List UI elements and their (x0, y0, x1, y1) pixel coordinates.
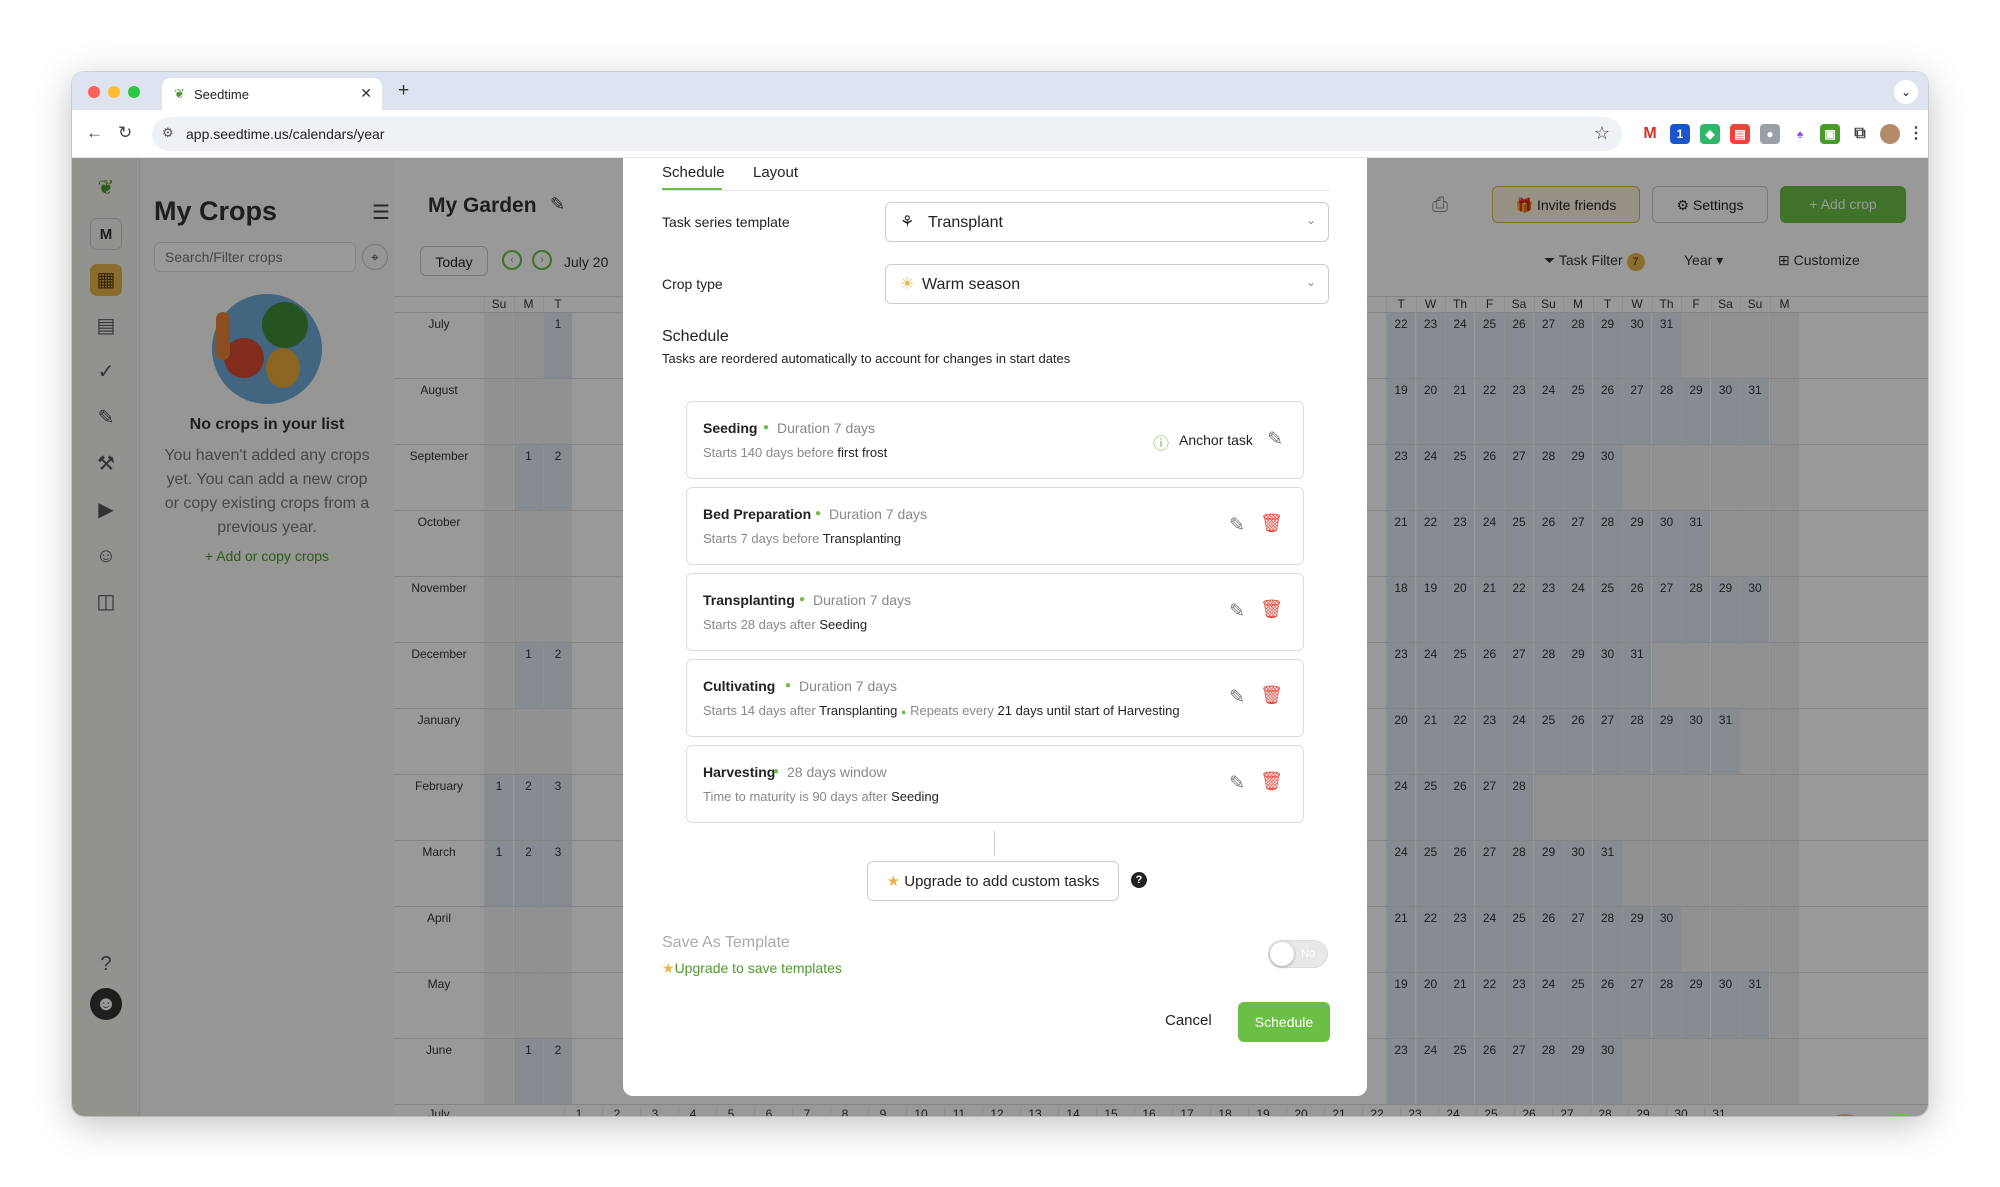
chevron-down-icon[interactable]: ⌄ (1894, 80, 1918, 104)
profile-avatar[interactable] (1880, 124, 1900, 144)
delete-task-icon[interactable]: 🗑 (1260, 771, 1283, 792)
crop-type-label: Crop type (662, 276, 723, 292)
crop-type-select[interactable]: ☀ Warm season ⌄ (885, 264, 1329, 304)
address-bar-row: ← ↻ ⚙ app.seedtime.us/calendars/year ☆ M… (72, 110, 1928, 158)
maximize-window-button[interactable] (128, 86, 140, 98)
tab-title: Seedtime (194, 87, 249, 102)
toggle-knob (1270, 942, 1294, 966)
transplant-icon: ⚘ (900, 214, 915, 231)
close-tab-icon[interactable]: ✕ (360, 85, 372, 102)
task-card-cultivating: Cultivating ● Duration 7 days Starts 14 … (686, 659, 1304, 737)
browser-menu-icon[interactable]: ⋮ (1906, 124, 1926, 144)
tab-layout[interactable]: Layout (753, 164, 798, 181)
bookmark-star-icon[interactable]: ☆ (1594, 123, 1610, 144)
seedtime-favicon-icon: ❦ (174, 86, 185, 101)
delete-task-icon[interactable]: 🗑 (1260, 685, 1283, 706)
browser-window: ❦ Seedtime ✕ + ⌄ ← ↻ ⚙ app.seedtime.us/c… (72, 72, 1928, 1116)
template-label: Task series template (662, 214, 790, 230)
purple-extension-icon[interactable]: ♠ (1790, 124, 1810, 144)
url-field[interactable]: ⚙ app.seedtime.us/calendars/year ☆ (152, 117, 1622, 151)
browser-tab[interactable]: ❦ Seedtime ✕ (162, 78, 382, 110)
new-tab-icon[interactable]: + (398, 80, 409, 102)
info-icon: ⓘ (1153, 436, 1170, 453)
schedule-button[interactable]: Schedule (1238, 1002, 1330, 1042)
extension-badge-icon[interactable]: 1 (1670, 124, 1690, 144)
green-extension-icon[interactable]: ◆ (1700, 124, 1720, 144)
chevron-down-icon: ⌄ (1305, 213, 1316, 227)
star-icon: ★ (886, 873, 905, 890)
schedule-modal: Schedule Layout Task series template ⚘ T… (623, 158, 1367, 1096)
edit-task-icon[interactable]: ✎ (1229, 686, 1245, 709)
connector-line (994, 831, 995, 855)
save-template-toggle[interactable]: No (1268, 940, 1328, 968)
task-card-seeding: Seeding ● Duration 7 days Starts 140 day… (686, 401, 1304, 479)
tab-schedule[interactable]: Schedule (662, 164, 725, 181)
template-select[interactable]: ⚘ Transplant ⌄ (885, 202, 1329, 242)
anchor-task-label: Anchor task (1179, 432, 1253, 448)
tab-bar: ❦ Seedtime ✕ + ⌄ (72, 72, 1928, 110)
schedule-subtitle: Tasks are reordered automatically to acc… (662, 351, 1071, 366)
star-icon: ★ (662, 960, 675, 976)
gmail-extension-icon[interactable]: M (1640, 124, 1660, 144)
back-icon[interactable]: ← (86, 123, 103, 143)
url-text: app.seedtime.us/calendars/year (186, 126, 385, 142)
edit-task-icon[interactable]: ✎ (1229, 772, 1245, 795)
edit-task-icon[interactable]: ✎ (1267, 428, 1283, 451)
task-card-bed-preparation: Bed Preparation ● Duration 7 days Starts… (686, 487, 1304, 565)
save-template-label: Save As Template (662, 934, 790, 951)
site-info-icon[interactable]: ⚙ (162, 125, 174, 141)
app: ❦ M ▦ ▤ ✓ ✎ ⚒ ▶ ☺ ◫ ? ☻ My Crops ☰ ⌖ No … (72, 158, 1928, 1116)
chevron-down-icon: ⌄ (1305, 275, 1316, 289)
help-icon[interactable]: ? (1131, 872, 1147, 888)
upgrade-custom-tasks-button[interactable]: ★ Upgrade to add custom tasks (867, 861, 1119, 901)
delete-task-icon[interactable]: 🗑 (1260, 513, 1283, 534)
upgrade-templates-link[interactable]: ★Upgrade to save templates (662, 960, 842, 977)
cancel-button[interactable]: Cancel (1165, 1012, 1212, 1029)
gray-extension-icon[interactable]: ● (1760, 124, 1780, 144)
puzzle-extensions-icon[interactable]: ⧉ (1850, 124, 1870, 144)
task-card-transplanting: Transplanting ● Duration 7 days Starts 2… (686, 573, 1304, 651)
minimize-window-button[interactable] (108, 86, 120, 98)
close-window-button[interactable] (88, 86, 100, 98)
sun-icon: ☀ (900, 276, 915, 293)
photo-extension-icon[interactable]: ▣ (1820, 124, 1840, 144)
delete-task-icon[interactable]: 🗑 (1260, 599, 1283, 620)
reload-icon[interactable]: ↻ (118, 123, 132, 143)
edit-task-icon[interactable]: ✎ (1229, 600, 1245, 623)
edit-task-icon[interactable]: ✎ (1229, 514, 1245, 537)
task-card-harvesting: Harvesting ● 28 days window Time to matu… (686, 745, 1304, 823)
schedule-heading: Schedule (662, 328, 729, 345)
red-extension-icon[interactable]: ▤ (1730, 124, 1750, 144)
